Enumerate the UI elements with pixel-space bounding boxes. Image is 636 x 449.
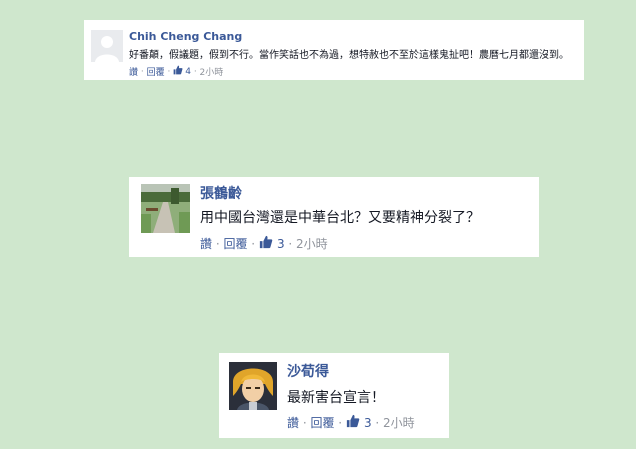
comment-card: Chih Cheng Chang 好番顛，假議題，假到不行。當作笑話也不為過，想… [84, 20, 584, 80]
reply-link[interactable]: 回覆 [223, 235, 247, 252]
comment-author[interactable]: Chih Cheng Chang [129, 30, 242, 43]
like-link[interactable]: 讚 [129, 65, 138, 78]
comment-author[interactable]: 沙荀得 [287, 361, 329, 381]
default-avatar-icon [91, 30, 123, 62]
thumbs-up-icon[interactable] [259, 235, 273, 252]
avatar[interactable] [229, 362, 277, 410]
anime-character-icon [229, 362, 277, 410]
avatar[interactable] [141, 184, 190, 233]
separator-dot: · [299, 415, 311, 430]
comment-author[interactable]: 張鶴齡 [200, 183, 242, 203]
avatar[interactable] [91, 30, 123, 62]
comment-actions: 讚 · 回覆 · 3 · 2小時 [200, 235, 328, 252]
park-photo-icon [141, 184, 190, 233]
separator-dot: · [334, 415, 346, 430]
like-link[interactable]: 讚 [287, 414, 299, 431]
comment-text: 最新害台宣言！ [287, 390, 385, 406]
separator-dot: · [371, 415, 384, 430]
reply-link[interactable]: 回覆 [147, 65, 165, 78]
comment-text: 用中國台灣還是中華台北？又要精神分裂了？ [200, 210, 480, 226]
comment-timestamp[interactable]: 2小時 [383, 414, 415, 431]
thumbs-up-icon[interactable] [173, 65, 183, 78]
comment-card: 張鶴齡 用中國台灣還是中華台北？又要精神分裂了？ 讚 · 回覆 · 3 · 2小… [129, 177, 539, 257]
separator-dot: · [284, 236, 297, 251]
like-count[interactable]: 3 [364, 416, 372, 430]
thumbs-up-icon[interactable] [346, 414, 360, 431]
separator-dot: · [212, 236, 224, 251]
reply-link[interactable]: 回覆 [310, 414, 334, 431]
comment-text: 好番顛，假議題，假到不行。當作笑話也不為過，想特赦也不至於這樣鬼扯吧！農曆七月都… [129, 50, 569, 61]
separator-dot: · [138, 66, 147, 77]
separator-dot: · [190, 66, 200, 77]
comment-timestamp[interactable]: 2小時 [296, 235, 328, 252]
like-count[interactable]: 3 [277, 237, 285, 251]
like-link[interactable]: 讚 [200, 235, 212, 252]
separator-dot: · [247, 236, 259, 251]
comment-timestamp[interactable]: 2小時 [200, 65, 224, 78]
separator-dot: · [164, 66, 174, 77]
comment-actions: 讚 · 回覆 · 3 · 2小時 [287, 414, 415, 431]
comment-card: 沙荀得 最新害台宣言！ 讚 · 回覆 · 3 · 2小時 [219, 353, 449, 438]
comment-actions: 讚 · 回覆 · 4 · 2小時 [129, 65, 223, 78]
